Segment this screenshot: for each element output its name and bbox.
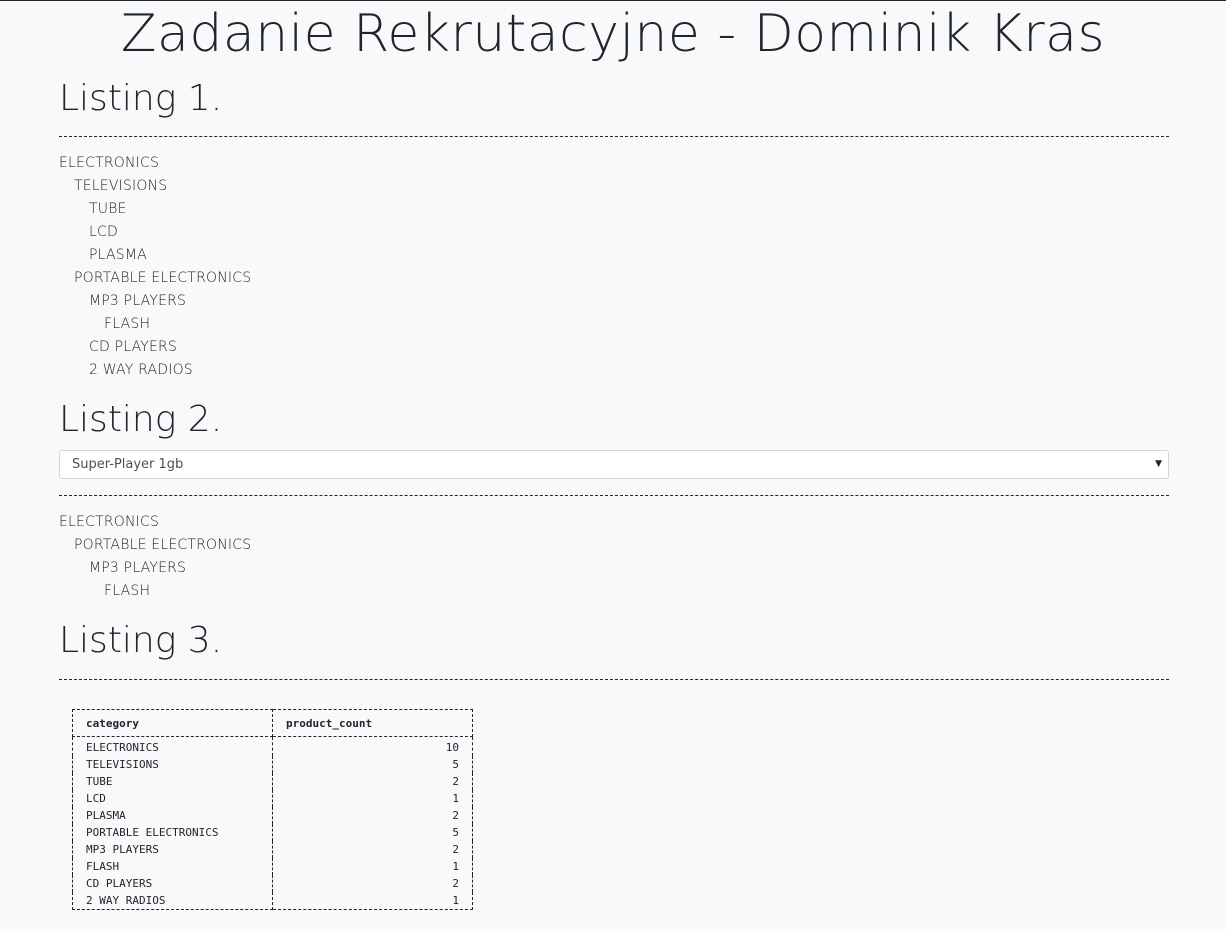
listing-1-category-tree: ELECTRONICS TELEVISIONS TUBE LCD PLASMA … — [59, 152, 251, 382]
listing-1-divider — [59, 136, 1169, 137]
tree-item: LCD — [59, 221, 251, 244]
tree-item-label: FLASH — [104, 583, 151, 599]
tree-item: MP3 PLAYERS — [59, 557, 251, 580]
count-cell: 2 — [272, 875, 473, 892]
tree-item: TUBE — [59, 198, 251, 221]
tree-item: MP3 PLAYERS — [59, 290, 251, 313]
category-cell: LCD — [72, 790, 273, 807]
tree-item: FLASH — [59, 580, 251, 603]
listing-3-divider — [59, 679, 1169, 680]
category-cell: TELEVISIONS — [72, 756, 273, 773]
count-cell: 1 — [272, 892, 473, 910]
tree-item-label: ELECTRONICS — [59, 155, 160, 171]
category-cell: PLASMA — [72, 807, 273, 824]
table-row: FLASH 1 — [72, 858, 473, 875]
tree-item: ELECTRONICS — [59, 511, 251, 534]
tree-item-label: PORTABLE ELECTRONICS — [74, 537, 252, 553]
tree-item-label: TELEVISIONS — [74, 178, 168, 194]
tree-item-label: CD PLAYERS — [89, 339, 178, 355]
category-cell: MP3 PLAYERS — [72, 841, 273, 858]
table-row: TELEVISIONS 5 — [72, 756, 473, 773]
tree-item-label: TUBE — [89, 201, 127, 217]
category-cell: TUBE — [72, 773, 273, 790]
table-header-row: category product_count — [72, 709, 473, 737]
category-cell: PORTABLE ELECTRONICS — [72, 824, 273, 841]
tree-item-label: PORTABLE ELECTRONICS — [74, 270, 252, 286]
count-cell: 2 — [272, 807, 473, 824]
tree-item: PORTABLE ELECTRONICS — [59, 534, 251, 557]
listing-2-category-path: ELECTRONICS PORTABLE ELECTRONICS MP3 PLA… — [59, 511, 251, 603]
category-count-table: category product_count ELECTRONICS 10 TEL… — [72, 709, 473, 910]
column-header-category: category — [72, 709, 273, 737]
table-row: MP3 PLAYERS 2 — [72, 841, 473, 858]
table-row: ELECTRONICS 10 — [72, 736, 473, 756]
table-row: PLASMA 2 — [72, 807, 473, 824]
category-cell: FLASH — [72, 858, 273, 875]
count-cell: 1 — [272, 790, 473, 807]
tree-item-label: LCD — [89, 224, 118, 240]
count-cell: 5 — [272, 756, 473, 773]
tree-item-label: ELECTRONICS — [59, 514, 160, 530]
count-cell: 5 — [272, 824, 473, 841]
table-row: LCD 1 — [72, 790, 473, 807]
tree-item-label: 2 WAY RADIOS — [89, 362, 193, 378]
tree-item: FLASH — [59, 313, 251, 336]
tree-item: TELEVISIONS — [59, 175, 251, 198]
category-cell: CD PLAYERS — [72, 875, 273, 892]
listing-3-heading: Listing 3. — [59, 620, 223, 661]
count-cell: 2 — [272, 773, 473, 790]
product-select-value: Super-Player 1gb — [72, 457, 184, 472]
count-cell: 10 — [272, 736, 473, 756]
count-cell: 1 — [272, 858, 473, 875]
tree-item: PORTABLE ELECTRONICS — [59, 267, 251, 290]
tree-item-label: MP3 PLAYERS — [89, 293, 187, 309]
listing-1-heading: Listing 1. — [59, 78, 223, 119]
listing-2-divider — [59, 495, 1169, 496]
column-header-product-count: product_count — [272, 709, 473, 737]
tree-item: ELECTRONICS — [59, 152, 251, 175]
tree-item-label: FLASH — [104, 316, 151, 332]
tree-item-label: PLASMA — [89, 247, 147, 263]
tree-item: CD PLAYERS — [59, 336, 251, 359]
table-row: TUBE 2 — [72, 773, 473, 790]
table-row: 2 WAY RADIOS 1 — [72, 892, 473, 910]
listing-2-heading: Listing 2. — [59, 399, 223, 440]
tree-item: 2 WAY RADIOS — [59, 359, 251, 382]
table-row: CD PLAYERS 2 — [72, 875, 473, 892]
product-select[interactable]: Super-Player 1gb ▼ — [59, 450, 1169, 479]
category-cell: ELECTRONICS — [72, 736, 273, 756]
page-title: Zadanie Rekrutacyjne - Dominik Kras — [120, 4, 1106, 64]
table-row: PORTABLE ELECTRONICS 5 — [72, 824, 473, 841]
count-cell: 2 — [272, 841, 473, 858]
caret-down-icon: ▼ — [1155, 459, 1162, 469]
tree-item-label: MP3 PLAYERS — [89, 560, 187, 576]
tree-item: PLASMA — [59, 244, 251, 267]
category-cell: 2 WAY RADIOS — [72, 892, 273, 910]
